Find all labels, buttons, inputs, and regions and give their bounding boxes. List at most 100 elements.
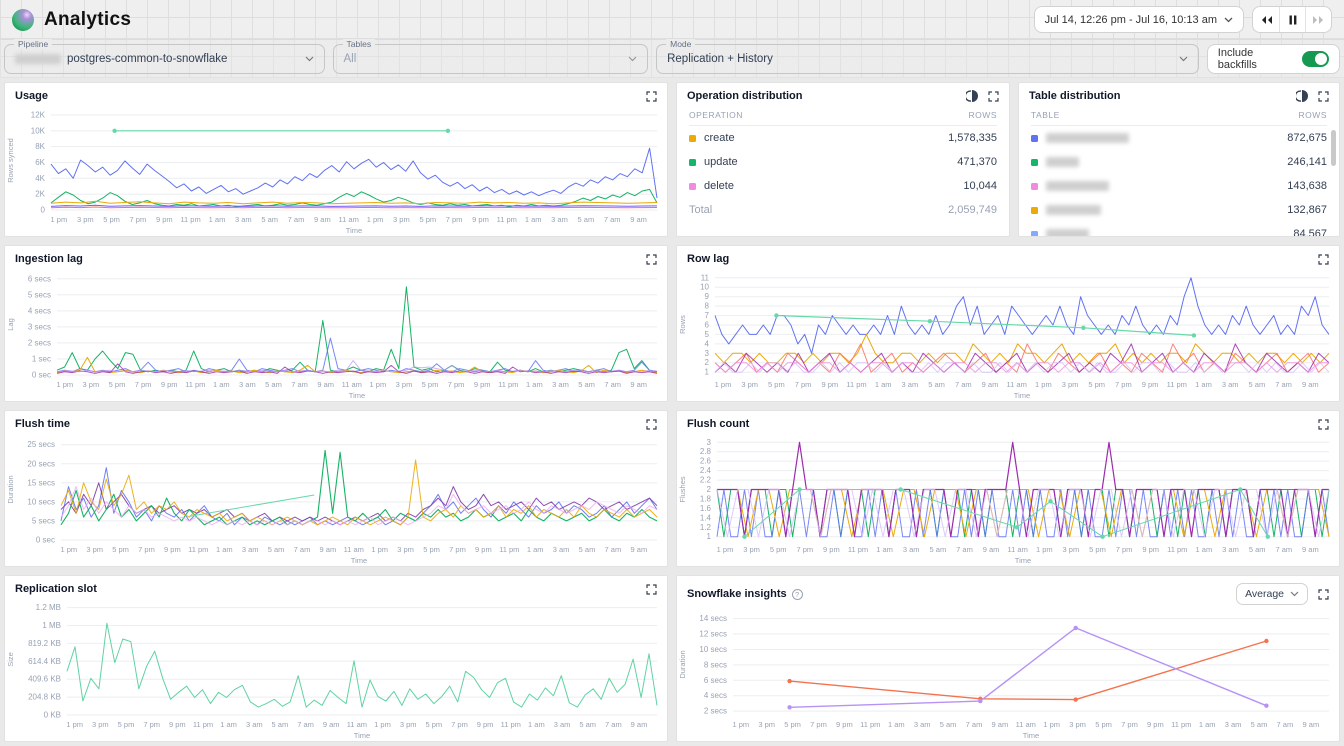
svg-text:5 pm: 5 pm bbox=[118, 720, 135, 729]
svg-text:9 am: 9 am bbox=[631, 545, 648, 554]
svg-text:2K: 2K bbox=[35, 190, 45, 199]
tables-select[interactable]: Tables All bbox=[333, 44, 649, 74]
svg-text:0 KB: 0 KB bbox=[44, 711, 61, 720]
pipeline-label: Pipeline bbox=[14, 39, 52, 49]
expand-icon[interactable] bbox=[1318, 589, 1329, 600]
svg-text:11 pm: 11 pm bbox=[848, 545, 868, 554]
pie-chart-toggle-icon[interactable] bbox=[1296, 90, 1308, 102]
table-distribution-table: TABLE ROWS 872,675 246,141 bbox=[1019, 104, 1339, 236]
svg-text:7 am: 7 am bbox=[1275, 545, 1292, 554]
pipeline-select[interactable]: Pipeline postgres-common-to-snowflake bbox=[4, 44, 325, 74]
column-header: ROWS bbox=[969, 110, 997, 120]
svg-text:2: 2 bbox=[707, 485, 712, 494]
toggle-knob bbox=[1315, 53, 1327, 65]
svg-text:3 am: 3 am bbox=[903, 545, 920, 554]
svg-text:5 am: 5 am bbox=[940, 720, 957, 729]
svg-text:Flushes: Flushes bbox=[678, 476, 687, 503]
replication-slot-panel: Replication slot 0 KB204.8 KB409.6 KB614… bbox=[4, 575, 668, 742]
operation-total-row: Total 2,059,749 bbox=[689, 198, 997, 222]
expand-icon[interactable] bbox=[1318, 419, 1329, 430]
table-row[interactable]: 84,567 bbox=[1031, 222, 1327, 236]
svg-text:9 am: 9 am bbox=[982, 380, 999, 389]
table-row[interactable]: 132,867 bbox=[1031, 198, 1327, 222]
svg-text:5 am: 5 am bbox=[928, 380, 945, 389]
operation-table: OPERATION ROWS create 1,578,335 update 4… bbox=[677, 104, 1009, 236]
usage-chart[interactable]: 02K4K6K8K10K12K1 pm3 pm5 pm7 pm9 pm11 pm… bbox=[5, 104, 667, 236]
ingestion-lag-panel: Ingestion lag 0 sec1 sec2 secs3 secs4 se… bbox=[4, 245, 668, 402]
operation-row-create[interactable]: create 1,578,335 bbox=[689, 126, 997, 150]
redacted-table-name bbox=[1046, 181, 1109, 191]
aggregation-select[interactable]: Average bbox=[1236, 583, 1308, 605]
expand-icon[interactable] bbox=[646, 584, 657, 595]
help-icon[interactable]: ? bbox=[792, 589, 803, 600]
scrollbar-thumb[interactable] bbox=[1331, 130, 1336, 166]
table-row[interactable]: 143,638 bbox=[1031, 174, 1327, 198]
svg-text:11 pm: 11 pm bbox=[860, 720, 880, 729]
svg-text:9 pm: 9 pm bbox=[164, 545, 181, 554]
date-range-picker[interactable]: Jul 14, 12:26 pm - Jul 16, 10:13 am bbox=[1034, 6, 1244, 33]
svg-text:11 am: 11 am bbox=[347, 720, 367, 729]
redacted-table-name bbox=[1046, 133, 1129, 143]
svg-text:5 am: 5 am bbox=[1251, 720, 1268, 729]
table-row[interactable]: 246,141 bbox=[1031, 150, 1327, 174]
svg-text:1 pm: 1 pm bbox=[1036, 545, 1053, 554]
row-lag-chart[interactable]: 12345678910111 pm3 pm5 pm7 pm9 pm11 pm1 … bbox=[677, 267, 1339, 401]
svg-text:1 pm: 1 pm bbox=[371, 545, 388, 554]
svg-text:1 sec: 1 sec bbox=[32, 355, 51, 364]
series-swatch bbox=[1031, 159, 1038, 166]
svg-text:9 pm: 9 pm bbox=[821, 380, 838, 389]
pie-chart-toggle-icon[interactable] bbox=[966, 90, 978, 102]
expand-icon[interactable] bbox=[1318, 91, 1329, 102]
svg-text:6 secs: 6 secs bbox=[704, 676, 727, 685]
svg-text:3 pm: 3 pm bbox=[1069, 720, 1086, 729]
mode-select[interactable]: Mode Replication + History bbox=[656, 44, 1199, 74]
analytics-app: Analytics Jul 14, 12:26 pm - Jul 16, 10:… bbox=[0, 0, 1344, 746]
operation-row-update[interactable]: update 471,370 bbox=[689, 150, 997, 174]
svg-text:5 pm: 5 pm bbox=[770, 545, 787, 554]
table-distribution-panel: Table distribution TABLE ROWS bbox=[1018, 82, 1340, 237]
table-row[interactable]: 872,675 bbox=[1031, 126, 1327, 150]
expand-icon[interactable] bbox=[988, 91, 999, 102]
svg-text:Duration: Duration bbox=[678, 650, 687, 678]
svg-text:1: 1 bbox=[705, 368, 710, 377]
expand-icon[interactable] bbox=[1318, 254, 1329, 265]
column-header: OPERATION bbox=[689, 110, 743, 120]
svg-text:2: 2 bbox=[705, 358, 710, 367]
svg-text:1 pm: 1 pm bbox=[56, 380, 73, 389]
include-backfills-toggle[interactable] bbox=[1302, 51, 1329, 67]
expand-icon[interactable] bbox=[646, 91, 657, 102]
rewind-button[interactable] bbox=[1253, 7, 1279, 32]
svg-text:Size: Size bbox=[6, 652, 15, 667]
operation-row-delete[interactable]: delete 10,044 bbox=[689, 174, 997, 198]
svg-text:15 secs: 15 secs bbox=[27, 478, 55, 487]
fast-forward-button[interactable] bbox=[1305, 7, 1331, 32]
svg-text:409.6 KB: 409.6 KB bbox=[28, 675, 61, 684]
svg-text:11 pm: 11 pm bbox=[497, 215, 517, 224]
flush-count-chart[interactable]: 11.21.41.61.822.22.42.62.831 pm3 pm5 pm7… bbox=[677, 432, 1339, 566]
ingestion-lag-chart[interactable]: 0 sec1 sec2 secs3 secs4 secs5 secs6 secs… bbox=[5, 267, 667, 401]
replication-slot-chart[interactable]: 0 KB204.8 KB409.6 KB614.4 KB819.2 KB1 MB… bbox=[5, 597, 667, 741]
svg-text:9 am: 9 am bbox=[631, 720, 648, 729]
snowflake-insights-chart[interactable]: 2 secs4 secs6 secs8 secs10 secs12 secs14… bbox=[677, 607, 1339, 741]
svg-text:Time: Time bbox=[346, 226, 362, 235]
flush-time-chart[interactable]: 0 sec5 secs10 secs15 secs20 secs25 secs1… bbox=[5, 432, 667, 566]
svg-text:0 sec: 0 sec bbox=[36, 536, 55, 545]
svg-text:204.8 KB: 204.8 KB bbox=[28, 693, 61, 702]
svg-text:25 secs: 25 secs bbox=[27, 440, 55, 449]
svg-text:9 am: 9 am bbox=[630, 215, 647, 224]
pause-button[interactable] bbox=[1279, 7, 1305, 32]
expand-icon[interactable] bbox=[646, 254, 657, 265]
series-swatch bbox=[689, 135, 696, 142]
svg-text:Rows synced: Rows synced bbox=[6, 138, 15, 183]
svg-text:Time: Time bbox=[1023, 731, 1039, 740]
svg-text:1.4: 1.4 bbox=[700, 513, 712, 522]
svg-text:9 am: 9 am bbox=[630, 380, 647, 389]
svg-text:5 am: 5 am bbox=[261, 215, 278, 224]
svg-text:12K: 12K bbox=[31, 111, 46, 120]
chevron-down-icon bbox=[1224, 17, 1233, 23]
time-controls bbox=[1252, 6, 1332, 33]
svg-text:9 am: 9 am bbox=[317, 380, 334, 389]
expand-icon[interactable] bbox=[646, 419, 657, 430]
svg-text:11 pm: 11 pm bbox=[498, 380, 518, 389]
date-range-label: Jul 14, 12:26 pm - Jul 16, 10:13 am bbox=[1045, 14, 1217, 26]
